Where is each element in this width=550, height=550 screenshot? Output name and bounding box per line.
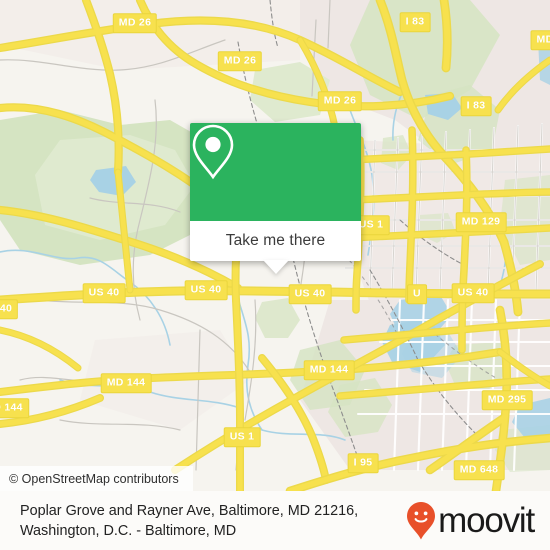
road-shield: MD 129 — [455, 212, 507, 232]
road-shield: US 1 — [223, 427, 261, 447]
road-shield: MD 26 — [317, 91, 363, 111]
map-screenshot: .grn { fill:#d5e4c2; } .grn2 { fill:#dfe… — [0, 0, 550, 550]
road-shield: MD 144 — [100, 373, 152, 393]
road-shield: MD 295 — [481, 390, 533, 410]
osm-attribution[interactable]: © OpenStreetMap contributors — [0, 466, 193, 491]
road-shield: US 40 — [451, 283, 495, 303]
moovit-smiley-pin-icon — [407, 501, 436, 539]
take-me-there-label: Take me there — [225, 232, 326, 249]
callout-tail — [262, 260, 289, 274]
road-shield: MD 144 — [303, 360, 355, 380]
map-canvas[interactable]: .grn { fill:#d5e4c2; } .grn2 { fill:#dfe… — [0, 0, 550, 491]
road-shield: US 40 — [82, 283, 126, 303]
road-shield: 40 — [0, 299, 19, 319]
road-shield: D 144 — [0, 398, 29, 418]
location-pin-icon — [192, 124, 234, 180]
road-shield: MD 26 — [112, 13, 158, 33]
road-shield: MD 648 — [453, 460, 505, 480]
location-description: Poplar Grove and Rayner Ave, Baltimore, … — [0, 501, 406, 541]
footer-bar: Poplar Grove and Rayner Ave, Baltimore, … — [0, 491, 550, 550]
location-line-1: Poplar Grove and Rayner Ave, Baltimore, … — [20, 502, 359, 519]
road-shield: US 40 — [184, 280, 228, 300]
road-shield: I 83 — [460, 96, 492, 116]
moovit-logo[interactable]: moovit — [406, 501, 550, 541]
location-line-2: Washington, D.C. - Baltimore, MD — [20, 522, 237, 539]
take-me-there-button[interactable]: Take me there — [190, 221, 361, 274]
road-shield: MD 26 — [217, 51, 263, 71]
road-shield: I 83 — [399, 12, 431, 32]
road-shield: US 40 — [288, 284, 332, 304]
osm-attribution-text: © OpenStreetMap contributors — [9, 471, 179, 486]
card-pin-area — [190, 123, 361, 221]
destination-callout-card[interactable]: Take me there — [190, 123, 361, 274]
moovit-wordmark: moovit — [438, 501, 535, 540]
road-shield: I 95 — [347, 453, 379, 473]
road-shield: U — [407, 284, 427, 304]
road-shield: MD — [530, 30, 550, 50]
